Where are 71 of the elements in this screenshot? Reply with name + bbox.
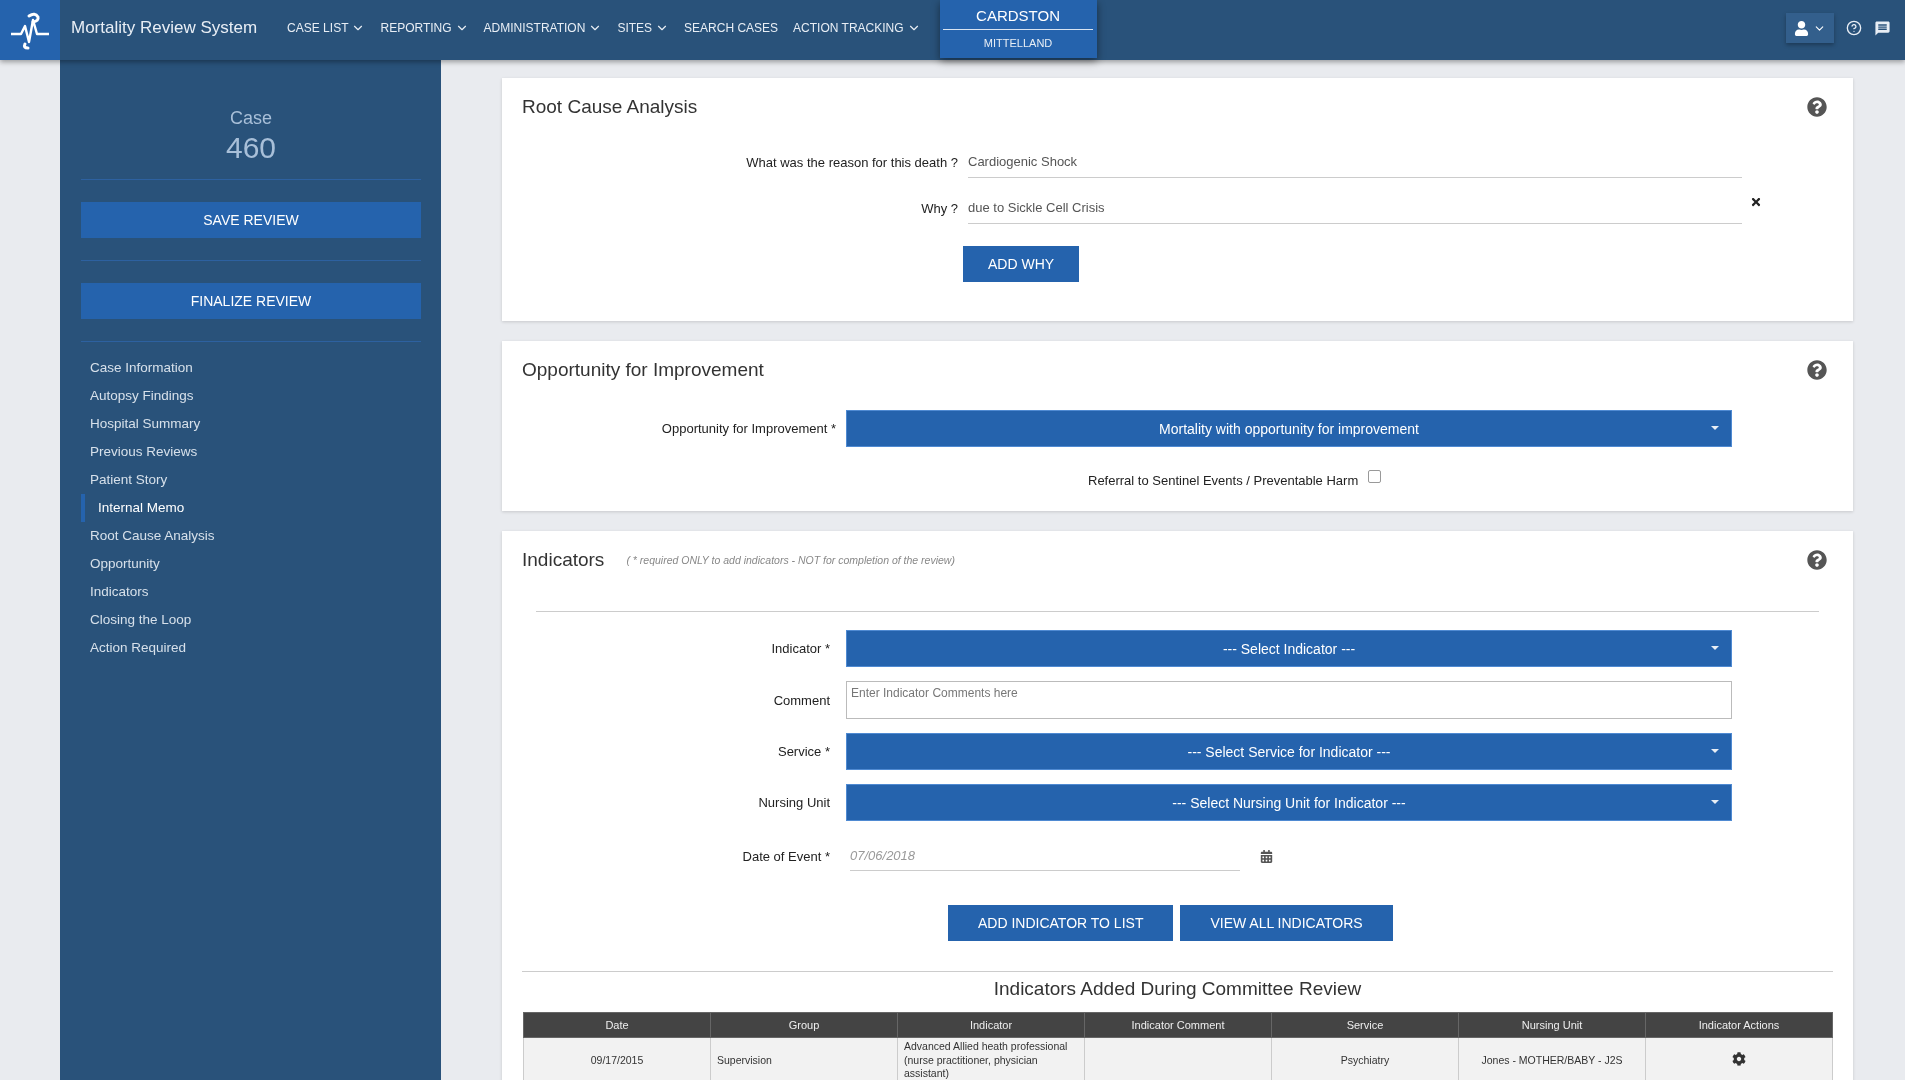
current-site[interactable]: CARDSTON <box>943 0 1094 30</box>
select-dropdown[interactable]: --- Select Service for Indicator --- <box>846 733 1732 770</box>
message-icon[interactable] <box>1874 19 1891 37</box>
nav-menu-item[interactable]: ADMINISTRATION <box>483 0 603 56</box>
app-title: Mortality Review System <box>71 17 258 39</box>
sidebar-button[interactable]: FINALIZE REVIEW <box>81 283 421 319</box>
sidebar-link[interactable]: Indicators <box>81 578 421 606</box>
field-label: Comment <box>772 692 831 708</box>
card-title: Opportunity for Improvement <box>522 359 764 381</box>
card-title: Indicators <box>522 549 605 571</box>
user-icon <box>1794 20 1809 36</box>
help-icon[interactable] <box>1807 550 1827 570</box>
field-label: Service * <box>776 744 831 759</box>
nav-menu-item[interactable]: CASE LIST <box>287 0 366 56</box>
sidebar-link[interactable]: Case Information <box>81 354 421 382</box>
column-header: Nursing Unit <box>1458 1012 1646 1038</box>
sidebar-link[interactable]: Patient Story <box>81 466 421 494</box>
help-icon[interactable] <box>1807 360 1827 380</box>
action-button[interactable]: VIEW ALL INDICATORS <box>1180 905 1393 941</box>
select-dropdown[interactable]: --- Select Indicator --- <box>846 630 1732 667</box>
table-cell: Advanced Allied heath professional (nurse practitioner, physician assistant) <box>897 1037 1085 1080</box>
logo-icon <box>9 10 51 50</box>
add-why-button[interactable]: ADD WHY <box>963 246 1080 282</box>
sidebar-link[interactable]: Internal Memo <box>81 494 421 522</box>
table-cell: Jones - MOTHER/BABY - J2S <box>1458 1037 1646 1080</box>
case-number: 460 <box>81 131 421 180</box>
field-label: Nursing Unit <box>757 795 831 810</box>
field-label: Why ? <box>920 200 959 216</box>
field-label: Indicator * <box>770 641 831 656</box>
table-cell: 09/17/2015 <box>523 1037 711 1080</box>
user-menu-button[interactable] <box>1786 13 1834 43</box>
field-label: Opportunity for Improvement * <box>660 421 837 436</box>
sidebar-link[interactable]: Autopsy Findings <box>81 382 421 410</box>
sidebar-link[interactable]: Action Required <box>81 634 421 662</box>
case-label: Case <box>229 108 273 129</box>
sidebar-link[interactable]: Closing the Loop <box>81 606 421 634</box>
settings-icon[interactable] <box>1732 1051 1746 1066</box>
calendar-icon[interactable] <box>1260 849 1273 863</box>
nav-menu-item[interactable]: REPORTING <box>380 0 469 56</box>
sidebar-link[interactable]: Hospital Summary <box>81 410 421 438</box>
sidebar-link[interactable]: Root Cause Analysis <box>81 522 421 550</box>
card-title: Root Cause Analysis <box>522 96 698 118</box>
checkbox[interactable] <box>1368 470 1382 483</box>
checkbox-label: Referral to Sentinel Events / Preventable Harm <box>1088 473 1359 488</box>
column-header: Group <box>710 1012 898 1038</box>
help-icon[interactable] <box>1807 97 1827 117</box>
column-header: Indicator <box>897 1012 1085 1038</box>
column-header: Indicator Actions <box>1645 1012 1833 1038</box>
table-cell: Psychiatry <box>1271 1037 1459 1080</box>
field-label: What was the reason for this death ? <box>745 154 959 170</box>
column-header: Date <box>523 1012 711 1038</box>
nav-menu-item[interactable]: ACTION TRACKING <box>793 0 921 56</box>
sidebar-link[interactable]: Previous Reviews <box>81 438 421 466</box>
nav-menu-item[interactable]: SITES <box>617 0 670 56</box>
table-cell: Supervision <box>710 1037 898 1080</box>
nav-menu-item[interactable]: SEARCH CASES <box>684 0 779 56</box>
action-button[interactable]: ADD INDICATOR TO LIST <box>948 905 1174 941</box>
column-header: Service <box>1271 1012 1459 1038</box>
sidebar-button[interactable]: SAVE REVIEW <box>81 202 421 238</box>
select-dropdown[interactable]: --- Select Nursing Unit for Indicator --- <box>846 784 1732 821</box>
close-icon[interactable] <box>1750 196 1762 208</box>
select-dropdown[interactable]: Mortality with opportunity for improvement <box>846 410 1732 447</box>
site-option[interactable]: MITTELLAND <box>983 30 1053 49</box>
column-header: Indicator Comment <box>1084 1012 1272 1038</box>
sidebar-link[interactable]: Opportunity <box>81 550 421 578</box>
comment-field[interactable]: Enter Indicator Comments here <box>846 681 1732 719</box>
help-icon[interactable] <box>1846 20 1862 36</box>
table-title: Indicators Added During Committee Review <box>992 978 1363 1000</box>
field-label: Date of Event * <box>741 848 831 864</box>
note-text: ( * required ONLY to add indicators - NOT for completion of the review) <box>626 554 955 566</box>
app-logo[interactable] <box>0 0 60 60</box>
